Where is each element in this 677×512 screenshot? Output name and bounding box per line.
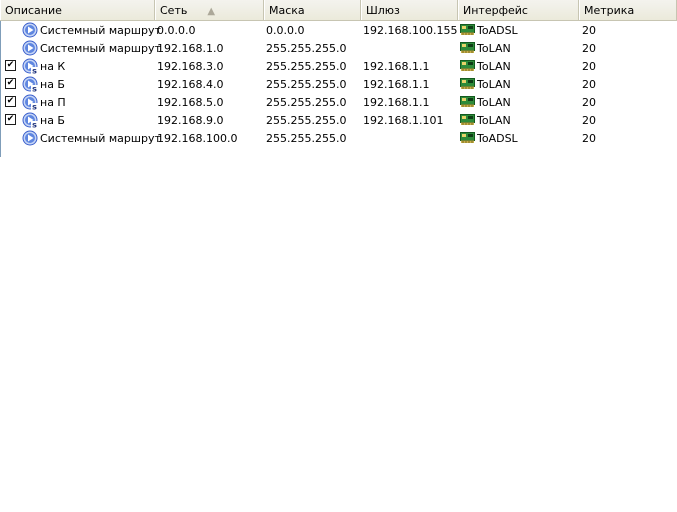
network-card-icon bbox=[460, 60, 475, 72]
table-row[interactable]: Системный маршрут 192.168.1.0 255.255.255.… bbox=[0, 39, 677, 57]
column-label: Описание bbox=[5, 4, 62, 17]
route-mask: 255.255.255.0 bbox=[266, 96, 347, 109]
route-metric: 20 bbox=[582, 60, 596, 73]
table-row[interactable]: ✔ s на Б 192.168.9.0 255.255.255.0 192.168.1.… bbox=[0, 111, 677, 130]
route-interface: ToLAN bbox=[477, 60, 511, 73]
column-header-gateway[interactable]: Шлюз bbox=[361, 0, 458, 20]
route-description: на П bbox=[40, 96, 66, 109]
static-route-icon: s bbox=[22, 94, 38, 112]
route-metric: 20 bbox=[582, 24, 596, 37]
route-interface: ToLAN bbox=[477, 96, 511, 109]
route-interface: ToLAN bbox=[477, 114, 511, 127]
route-enabled-checkbox[interactable]: ✔ bbox=[5, 78, 16, 89]
route-gateway: 192.168.100.155 bbox=[363, 24, 458, 37]
route-network: 192.168.5.0 bbox=[157, 96, 224, 109]
route-enabled-checkbox[interactable]: ✔ bbox=[5, 114, 16, 125]
network-card-icon bbox=[460, 42, 475, 54]
route-gateway: 192.168.1.1 bbox=[363, 60, 430, 73]
route-mask: 255.255.255.0 bbox=[266, 42, 347, 55]
column-label: Метрика bbox=[584, 4, 635, 17]
static-route-icon: s bbox=[22, 76, 38, 94]
svg-text:s: s bbox=[32, 85, 37, 93]
column-label: Сеть bbox=[160, 4, 188, 17]
route-metric: 20 bbox=[582, 96, 596, 109]
column-header-network[interactable]: Сеть ▲ bbox=[155, 0, 264, 20]
route-interface: ToADSL bbox=[477, 132, 518, 145]
route-description: на Б bbox=[40, 114, 65, 127]
route-interface: ToLAN bbox=[477, 78, 511, 91]
table-row[interactable]: Системный маршрут 0.0.0.0 0.0.0.0 192.168.1… bbox=[0, 21, 677, 39]
table-row[interactable]: ✔ s на П 192.168.5.0 255.255.255.0 192.168.1.… bbox=[0, 93, 677, 112]
network-card-icon bbox=[460, 114, 475, 126]
route-mask: 255.255.255.0 bbox=[266, 78, 347, 91]
route-interface: ToLAN bbox=[477, 42, 511, 55]
static-route-icon: s bbox=[22, 58, 38, 76]
route-mask: 255.255.255.0 bbox=[266, 132, 347, 145]
route-metric: 20 bbox=[582, 78, 596, 91]
network-card-icon bbox=[460, 96, 475, 108]
network-card-icon bbox=[460, 132, 475, 144]
system-route-icon bbox=[22, 22, 38, 38]
svg-text:s: s bbox=[32, 103, 37, 111]
route-network: 192.168.1.0 bbox=[157, 42, 224, 55]
column-header-interface[interactable]: Интерфейс bbox=[458, 0, 579, 20]
table-row[interactable]: ✔ s на К 192.168.3.0 255.255.255.0 192.168.1.… bbox=[0, 57, 677, 76]
route-description: Системный маршрут bbox=[40, 132, 161, 145]
table-row[interactable]: ✔ s на Б 192.168.4.0 255.255.255.0 192.168.1.… bbox=[0, 75, 677, 94]
list-border bbox=[0, 21, 1, 157]
route-description: на К bbox=[40, 60, 66, 73]
column-header-mask[interactable]: Маска bbox=[264, 0, 361, 20]
route-network: 0.0.0.0 bbox=[157, 24, 196, 37]
route-interface: ToADSL bbox=[477, 24, 518, 37]
route-gateway: 192.168.1.101 bbox=[363, 114, 444, 127]
route-network: 192.168.3.0 bbox=[157, 60, 224, 73]
system-route-icon bbox=[22, 130, 38, 146]
sort-ascending-icon: ▲ bbox=[207, 6, 216, 17]
route-description: Системный маршрут bbox=[40, 42, 161, 55]
column-label: Интерфейс bbox=[463, 4, 528, 17]
route-metric: 20 bbox=[582, 42, 596, 55]
route-network: 192.168.100.0 bbox=[157, 132, 238, 145]
svg-text:s: s bbox=[32, 67, 37, 75]
route-mask: 255.255.255.0 bbox=[266, 60, 347, 73]
column-label: Шлюз bbox=[366, 4, 400, 17]
route-mask: 0.0.0.0 bbox=[266, 24, 305, 37]
route-metric: 20 bbox=[582, 132, 596, 145]
network-card-icon bbox=[460, 78, 475, 90]
route-enabled-checkbox[interactable]: ✔ bbox=[5, 60, 16, 71]
route-metric: 20 bbox=[582, 114, 596, 127]
table-row[interactable]: Системный маршрут 192.168.100.0 255.255.25… bbox=[0, 129, 677, 147]
column-header-description[interactable]: Описание bbox=[0, 0, 155, 20]
route-gateway: 192.168.1.1 bbox=[363, 78, 430, 91]
route-mask: 255.255.255.0 bbox=[266, 114, 347, 127]
list-header: Описание Сеть ▲ Маска Шлюз Интерфейс Метр… bbox=[0, 0, 677, 21]
routes-list[interactable]: Описание Сеть ▲ Маска Шлюз Интерфейс Метр… bbox=[0, 0, 677, 147]
network-card-icon bbox=[460, 24, 475, 36]
svg-text:s: s bbox=[32, 121, 37, 129]
static-route-icon: s bbox=[22, 112, 38, 130]
list-body: Системный маршрут 0.0.0.0 0.0.0.0 192.168.1… bbox=[0, 21, 677, 147]
route-description: на Б bbox=[40, 78, 65, 91]
column-label: Маска bbox=[269, 4, 305, 17]
route-network: 192.168.9.0 bbox=[157, 114, 224, 127]
system-route-icon bbox=[22, 40, 38, 56]
route-gateway: 192.168.1.1 bbox=[363, 96, 430, 109]
route-enabled-checkbox[interactable]: ✔ bbox=[5, 96, 16, 107]
route-description: Системный маршрут bbox=[40, 24, 161, 37]
column-header-metric[interactable]: Метрика bbox=[579, 0, 677, 20]
route-network: 192.168.4.0 bbox=[157, 78, 224, 91]
